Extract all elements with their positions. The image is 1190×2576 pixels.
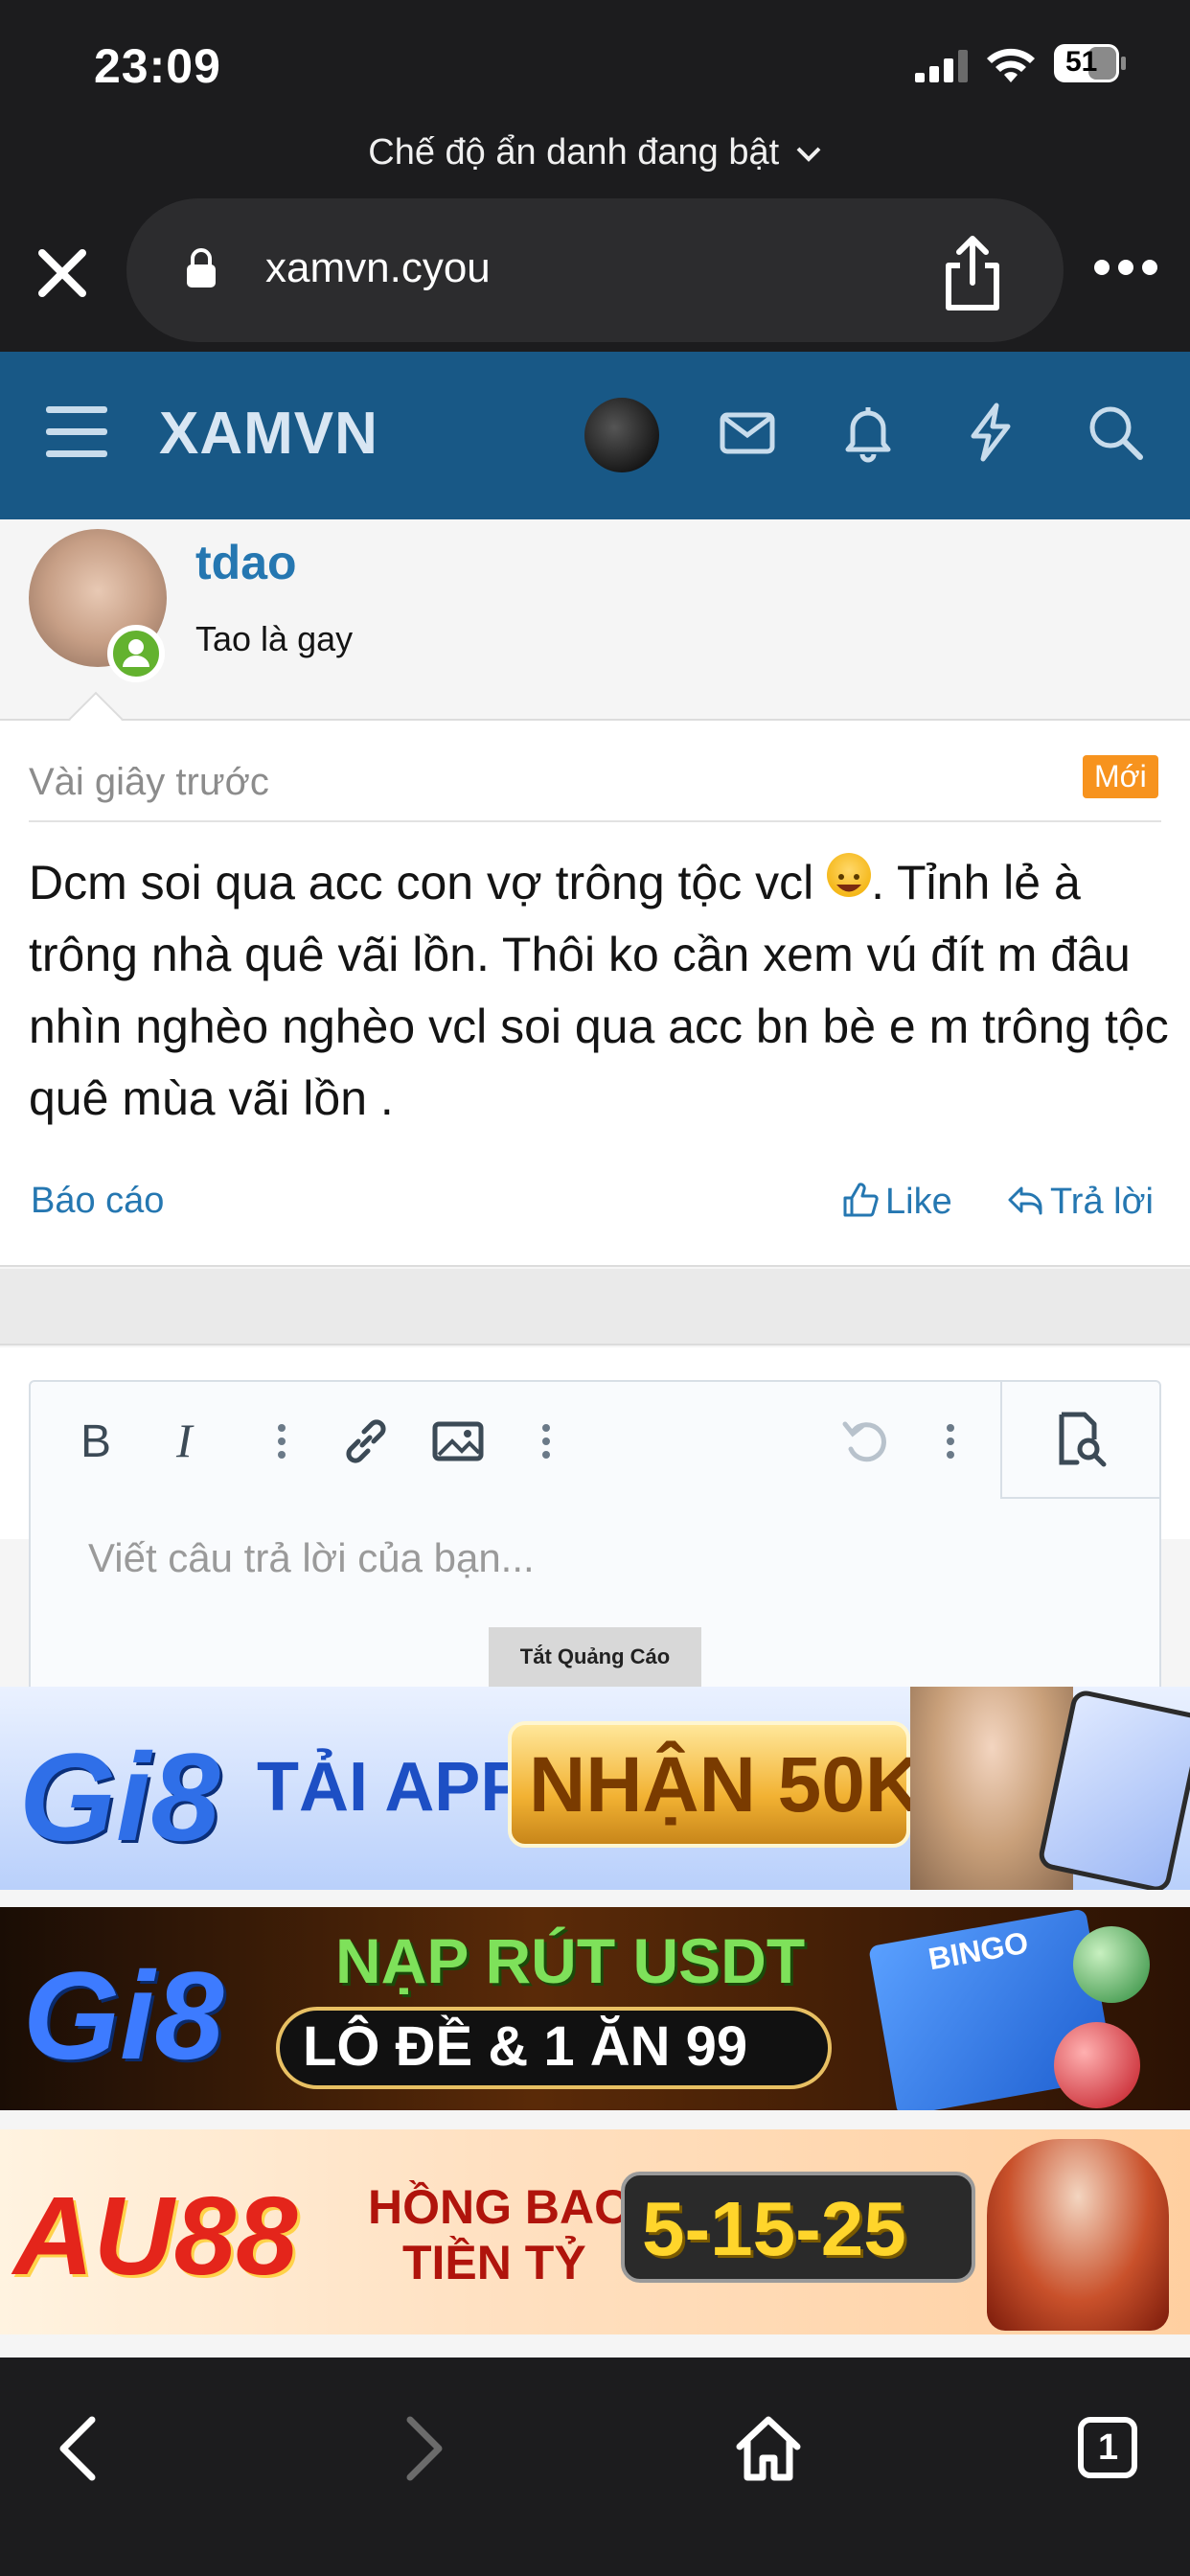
online-status-icon: [107, 625, 165, 682]
svg-text:B: B: [80, 1416, 111, 1467]
italic-icon[interactable]: I: [161, 1413, 218, 1470]
url-bar[interactable]: xamvn.cyou: [126, 198, 1064, 342]
svg-text:I: I: [175, 1414, 195, 1467]
menu-icon[interactable]: [46, 404, 107, 460]
tab-count: 1: [1098, 2427, 1119, 2468]
ad3-text2: TIỀN TỶ: [402, 2236, 586, 2289]
undo-icon[interactable]: [837, 1413, 895, 1470]
thumbs-up-icon: [843, 1183, 879, 1217]
share-icon[interactable]: [941, 235, 1004, 311]
bell-icon[interactable]: [837, 402, 899, 463]
like-button[interactable]: Like: [841, 1181, 952, 1223]
battery-icon: 51: [1054, 44, 1127, 82]
ad1-text1: TẢI APP: [257, 1749, 527, 1826]
bold-icon[interactable]: B: [69, 1413, 126, 1470]
section-gap: [0, 1269, 1190, 1346]
disable-ads-button[interactable]: Tắt Quảng Cáo: [489, 1627, 701, 1687]
editor-placeholder: Viết câu trả lời của bạn...: [88, 1535, 535, 1580]
wifi-icon: [987, 48, 1035, 82]
ad3-text3: 5-15-25: [642, 2186, 906, 2271]
new-badge: Mới: [1083, 755, 1158, 798]
ad2-ball-2: [1054, 2022, 1140, 2108]
reply-button[interactable]: Trả lời: [1006, 1181, 1154, 1223]
report-link[interactable]: Báo cáo: [31, 1181, 164, 1222]
url-text: xamvn.cyou: [265, 244, 491, 291]
post-card: Vài giây trước Mới Dcm soi qua acc con v…: [0, 691, 1190, 1267]
more-insert-icon[interactable]: [517, 1413, 575, 1470]
preview-icon: [1059, 1412, 1107, 1467]
ad3-text1: HỒNG BAO: [368, 2180, 631, 2234]
lock-icon: [187, 248, 216, 288]
site-logo[interactable]: XAMVN: [159, 400, 378, 468]
ad2-logo: Gi8: [23, 1945, 224, 2085]
ad1-text2: NHẬN 50K: [529, 1741, 923, 1828]
post-time[interactable]: Vài giây trước: [29, 761, 269, 804]
mail-icon[interactable]: [717, 402, 778, 463]
laughing-emoji-icon: [827, 853, 872, 897]
search-icon[interactable]: [1085, 402, 1146, 463]
close-icon[interactable]: [29, 240, 96, 307]
post-text-1: Dcm soi qua acc con vợ trông tộc vcl: [29, 856, 828, 909]
ad3-logo: AU88: [13, 2174, 298, 2298]
poster-title: Tao là gay: [195, 619, 354, 658]
ad2-text2: LÔ ĐỀ & 1 ĂN 99: [303, 2015, 748, 2078]
divider: [29, 820, 1161, 822]
ad-banner-gi8-app[interactable]: Gi8 TẢI APP NHẬN 50K: [0, 1687, 1190, 1890]
ad1-logo: Gi8: [19, 1727, 220, 1867]
ad2-badge: BINGO: [926, 1924, 1031, 1977]
ad-banner-gi8-usdt[interactable]: Gi8 NẠP RÚT USDT LÔ ĐỀ & 1 ĂN 99 BINGO: [0, 1907, 1190, 2110]
chevron-down-icon: [796, 147, 821, 162]
browser-bar: xamvn.cyou: [0, 187, 1190, 352]
reply-label: Trả lời: [1050, 1182, 1154, 1222]
back-icon[interactable]: [42, 2410, 119, 2487]
status-time: 23:09: [94, 39, 221, 93]
lightning-icon[interactable]: [960, 402, 1021, 463]
post-body: Dcm soi qua acc con vợ trông tộc vcl . T…: [29, 847, 1169, 1135]
poster-info: tdao Tao là gay: [0, 519, 1190, 721]
ad2-ball-1: [1073, 1926, 1150, 2003]
home-icon[interactable]: [730, 2410, 807, 2487]
private-mode-label[interactable]: Chế độ ẩn danh đang bật: [0, 132, 1190, 173]
link-icon[interactable]: [337, 1413, 395, 1470]
more-options-icon[interactable]: [922, 1413, 979, 1470]
image-icon[interactable]: [429, 1413, 487, 1470]
signal-icon: [915, 50, 968, 82]
user-avatar[interactable]: [584, 398, 659, 472]
forward-icon[interactable]: [383, 2410, 460, 2487]
preview-button[interactable]: [1000, 1382, 1159, 1499]
more-icon[interactable]: [1092, 256, 1159, 279]
ad-banner-au88[interactable]: AU88 HỒNG BAO TIỀN TỶ 5-15-25: [0, 2129, 1190, 2334]
browser-bottom-bar: 1: [0, 2358, 1190, 2576]
more-format-icon[interactable]: [253, 1413, 310, 1470]
private-mode-text: Chế độ ẩn danh đang bật: [368, 132, 780, 172]
ad2-text1: NẠP RÚT USDT: [335, 1925, 806, 1996]
forum-header: XAMVN: [0, 352, 1190, 519]
status-bar: 23:09 51: [0, 0, 1190, 129]
battery-level: 51: [1065, 46, 1098, 78]
reply-icon: [1008, 1186, 1042, 1215]
ad3-man-image: [987, 2139, 1169, 2331]
like-label: Like: [885, 1182, 952, 1222]
poster-name[interactable]: tdao: [195, 535, 297, 590]
tabs-button[interactable]: 1: [1071, 2410, 1148, 2487]
